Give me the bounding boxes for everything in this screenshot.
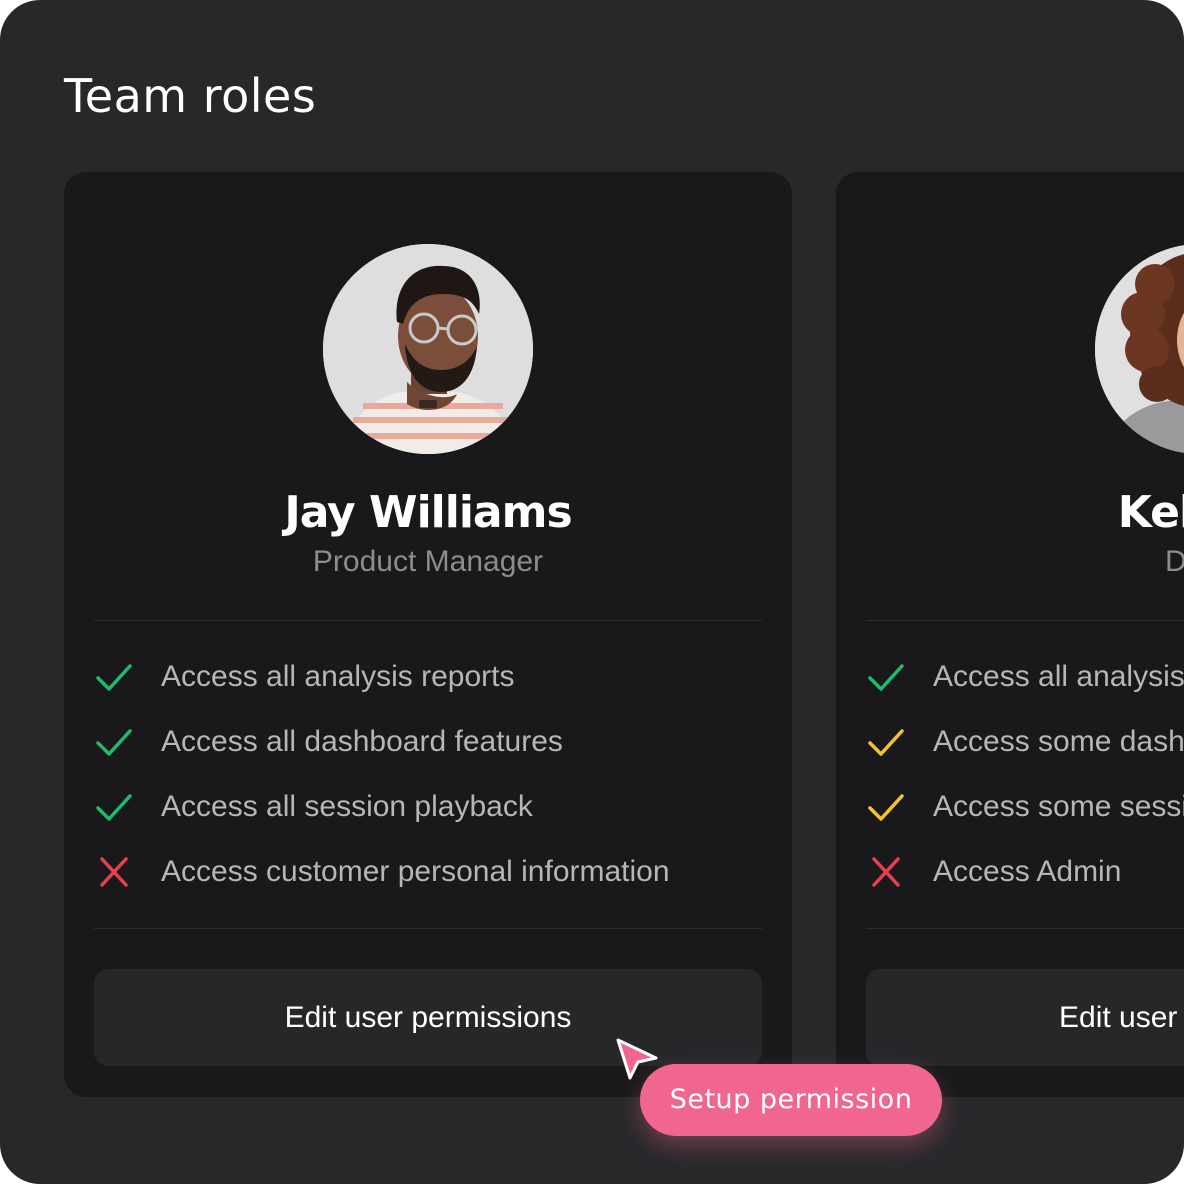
check-icon xyxy=(868,793,904,821)
permission-item: Access Admin xyxy=(866,839,1184,904)
permission-item: Access all dashboard features xyxy=(94,709,670,774)
check-icon xyxy=(868,663,904,691)
avatar xyxy=(323,244,533,454)
permission-label: Access all analysis xyxy=(933,659,1184,693)
user-role: Product Manager xyxy=(312,545,544,578)
page-title: Team roles xyxy=(64,69,317,123)
permissions-list: Access all analysis reports Access all d… xyxy=(94,644,670,904)
permission-item: Access customer personal information xyxy=(94,839,670,904)
avatar xyxy=(1095,244,1184,454)
permission-item: Access all analysis xyxy=(866,644,1184,709)
setup-permission-button[interactable]: Setup permission xyxy=(640,1064,942,1136)
avatar-man-photo xyxy=(323,244,533,454)
permission-label: Access Admin xyxy=(933,854,1122,888)
divider xyxy=(94,620,762,621)
divider xyxy=(94,928,762,929)
divider xyxy=(866,620,1184,621)
permission-label: Access some dash xyxy=(933,724,1184,758)
divider xyxy=(866,928,1184,929)
check-icon xyxy=(96,793,132,821)
user-card: Jay Williams Product Manager Access all … xyxy=(64,172,792,1097)
permission-label: Access some sessi xyxy=(933,789,1184,823)
edit-user-permissions-button[interactable]: Edit user permissions xyxy=(94,969,762,1066)
permission-item: Access some sessi xyxy=(866,774,1184,839)
check-icon xyxy=(96,728,132,756)
permissions-list: Access all analysis Access some dash Acc… xyxy=(866,644,1184,904)
permission-item: Access some dash xyxy=(866,709,1184,774)
user-card: Kelly V Deve Access all analysis Access … xyxy=(836,172,1184,1097)
team-roles-panel: Team roles Jay Williams Product Manager … xyxy=(0,0,1184,1184)
permission-label: Access customer personal information xyxy=(161,854,670,888)
permission-item: Access all session playback xyxy=(94,774,670,839)
user-name: Jay Williams xyxy=(284,487,572,538)
permission-label: Access all analysis reports xyxy=(161,659,515,693)
check-icon xyxy=(868,728,904,756)
avatar-woman-photo xyxy=(1095,244,1184,454)
permission-label: Access all dashboard features xyxy=(161,724,563,758)
edit-user-permissions-button[interactable]: Edit user p xyxy=(866,969,1184,1066)
permission-label: Access all session playback xyxy=(161,789,533,823)
check-icon xyxy=(96,663,132,691)
x-icon xyxy=(872,856,900,887)
permission-item: Access all analysis reports xyxy=(94,644,670,709)
x-icon xyxy=(100,856,128,887)
user-name: Kelly V xyxy=(1117,487,1184,538)
user-role: Deve xyxy=(1164,545,1184,578)
